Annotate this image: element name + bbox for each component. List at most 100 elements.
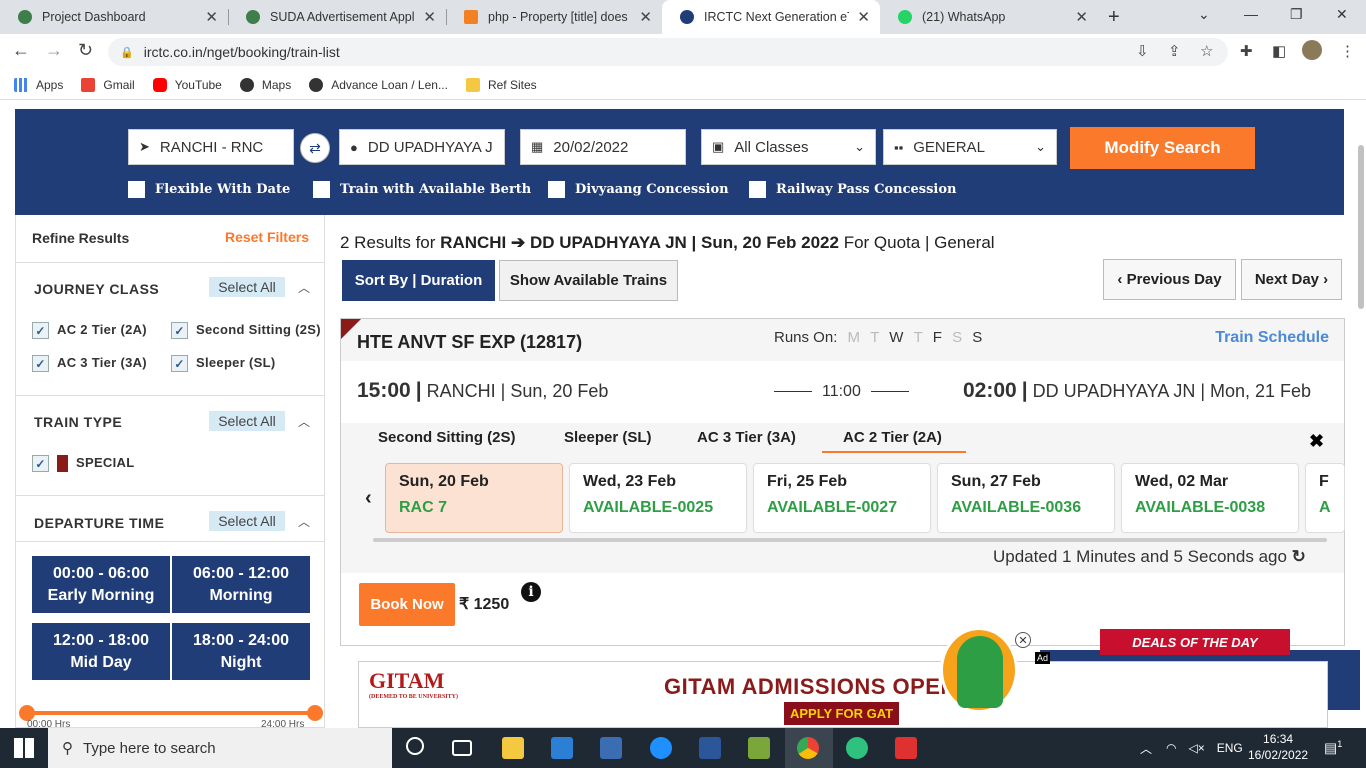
- chevron-up-icon[interactable]: ︿: [298, 513, 310, 530]
- tab-project-dashboard[interactable]: Project Dashboard ✕: [0, 0, 228, 34]
- tab-whatsapp[interactable]: (21) WhatsApp ✕: [880, 0, 1098, 34]
- checkmark-icon[interactable]: ✓: [171, 322, 188, 339]
- train-name[interactable]: HTE ANVT SF EXP (12817): [357, 332, 582, 353]
- windows-start-icon[interactable]: [14, 738, 34, 758]
- atom-icon[interactable]: [846, 737, 868, 759]
- checkbox[interactable]: [128, 181, 145, 198]
- from-station-field[interactable]: ➤ RANCHI - RNC: [128, 129, 294, 165]
- task-view-icon[interactable]: [452, 740, 472, 756]
- close-icon[interactable]: ✕: [423, 8, 436, 26]
- close-icon[interactable]: ✕: [1075, 8, 1088, 26]
- next-day-button[interactable]: Next Day ›: [1241, 259, 1342, 300]
- bookmark-star-icon[interactable]: ☆: [1200, 42, 1213, 60]
- time-slot-mid-day[interactable]: 12:00 - 18:00 Mid Day: [32, 623, 170, 680]
- language-indicator[interactable]: ENG: [1217, 741, 1243, 755]
- terminal-icon[interactable]: [748, 737, 770, 759]
- show-available-trains-button[interactable]: Show Available Trains: [499, 260, 678, 301]
- cortana-icon[interactable]: [406, 737, 424, 755]
- previous-day-button[interactable]: ‹ Previous Day: [1103, 259, 1236, 300]
- refresh-icon[interactable]: ↻: [1292, 547, 1306, 566]
- checkmark-icon[interactable]: ✓: [32, 455, 49, 472]
- modify-search-button[interactable]: Modify Search: [1070, 127, 1255, 169]
- profile-avatar[interactable]: [1302, 40, 1322, 60]
- availability-day-card[interactable]: Fri, 25 Feb AVAILABLE-0027: [753, 463, 931, 533]
- journey-date-field[interactable]: ▦ 20/02/2022: [520, 129, 686, 165]
- class-tab-sl[interactable]: Sleeper (SL): [564, 429, 652, 446]
- bookmark-apps[interactable]: Apps: [14, 77, 63, 92]
- railway-pass-checkbox[interactable]: Railway Pass Concession: [749, 181, 956, 198]
- class-filter-2s[interactable]: ✓ Second Sitting (2S): [171, 322, 321, 339]
- ad-apply-button[interactable]: APPLY FOR GAT: [784, 702, 900, 725]
- restore-icon[interactable]: ❐: [1290, 6, 1303, 23]
- tab-php[interactable]: php - Property [title] does no ✕: [446, 0, 662, 34]
- bookmark-gmail[interactable]: Gmail: [81, 77, 135, 92]
- time-slot-night[interactable]: 18:00 - 24:00 Night: [172, 623, 310, 680]
- availability-day-card[interactable]: FA: [1305, 463, 1345, 533]
- checkmark-icon[interactable]: ✓: [32, 322, 49, 339]
- reload-icon[interactable]: ↻: [78, 40, 93, 61]
- taskbar-clock[interactable]: 16:34 16/02/2022: [1248, 731, 1308, 763]
- availability-day-card[interactable]: Sun, 20 Feb RAC 7: [385, 463, 563, 533]
- checkmark-icon[interactable]: ✓: [171, 355, 188, 372]
- close-icon[interactable]: ✕: [205, 8, 218, 26]
- volume-icon[interactable]: ◁×: [1189, 741, 1205, 755]
- type-filter-special[interactable]: ✓ SPECIAL: [32, 455, 134, 472]
- file-explorer-icon[interactable]: [502, 737, 524, 759]
- sort-by-duration-button[interactable]: Sort By | Duration: [342, 260, 495, 301]
- availability-scrollbar[interactable]: [373, 538, 1327, 542]
- forward-icon[interactable]: →: [45, 40, 63, 61]
- close-icon[interactable]: ✕: [857, 8, 870, 26]
- tab-search-chevron-icon[interactable]: ⌄: [1198, 6, 1210, 23]
- url-input[interactable]: 🔒 irctc.co.in/nget/booking/train-list: [108, 38, 1228, 66]
- install-icon[interactable]: ⇩: [1136, 42, 1149, 60]
- time-slot-morning[interactable]: 06:00 - 12:00 Morning: [172, 556, 310, 613]
- to-station-field[interactable]: ● DD UPADHYAYA J: [339, 129, 505, 165]
- class-filter-sl[interactable]: ✓ Sleeper (SL): [171, 355, 275, 372]
- notification-icon[interactable]: ▤1: [1324, 739, 1342, 757]
- divyaang-checkbox[interactable]: Divyaang Concession: [548, 181, 729, 198]
- checkbox[interactable]: [749, 181, 766, 198]
- taskbar-search-input[interactable]: ⚲ Type here to search: [48, 728, 392, 768]
- word-icon[interactable]: [699, 737, 721, 759]
- chrome-icon[interactable]: [797, 737, 819, 759]
- class-filter-2a[interactable]: ✓ AC 2 Tier (2A): [32, 322, 147, 339]
- menu-icon[interactable]: ⋮: [1340, 42, 1355, 60]
- tab-irctc[interactable]: IRCTC Next Generation eTick ✕: [662, 0, 880, 34]
- book-now-button[interactable]: Book Now: [359, 583, 455, 626]
- class-tab-2s[interactable]: Second Sitting (2S): [378, 429, 516, 446]
- available-berth-checkbox[interactable]: Train with Available Berth: [313, 181, 531, 198]
- close-icon[interactable]: ✕: [639, 8, 652, 26]
- close-availability-icon[interactable]: ✖: [1309, 431, 1324, 452]
- availability-day-card[interactable]: Sun, 27 Feb AVAILABLE-0036: [937, 463, 1115, 533]
- ad-close-icon[interactable]: ✕: [1015, 632, 1031, 648]
- class-filter-3a[interactable]: ✓ AC 3 Tier (3A): [32, 355, 147, 372]
- extensions-icon[interactable]: ✚: [1240, 42, 1253, 60]
- flexible-date-checkbox[interactable]: Flexible With Date: [128, 181, 290, 198]
- back-icon[interactable]: ←: [12, 40, 30, 61]
- chevron-up-icon[interactable]: ︿: [298, 279, 310, 296]
- bookmark-ref-sites[interactable]: Ref Sites: [465, 77, 537, 92]
- info-icon[interactable]: i: [521, 582, 541, 602]
- chevron-up-icon[interactable]: ︿: [298, 413, 310, 430]
- sidepanel-icon[interactable]: ◧: [1272, 42, 1286, 60]
- class-tab-2a[interactable]: AC 2 Tier (2A): [843, 429, 942, 446]
- quota-select[interactable]: ▪▪ GENERAL ⌄: [883, 129, 1057, 165]
- class-tab-3a[interactable]: AC 3 Tier (3A): [697, 429, 796, 446]
- reset-filters-link[interactable]: Reset Filters: [225, 229, 309, 245]
- share-icon[interactable]: ⇪: [1168, 42, 1181, 60]
- bookmark-youtube[interactable]: YouTube: [152, 77, 222, 92]
- select-all-times-button[interactable]: Select All: [209, 511, 285, 531]
- tray-chevron-icon[interactable]: ︿: [1140, 740, 1152, 757]
- chevron-left-icon[interactable]: ‹: [365, 487, 372, 510]
- page-scrollbar[interactable]: [1358, 145, 1364, 309]
- class-select[interactable]: ▣ All Classes ⌄: [701, 129, 876, 165]
- minimize-icon[interactable]: —: [1244, 6, 1258, 22]
- select-all-types-button[interactable]: Select All: [209, 411, 285, 431]
- availability-day-card[interactable]: Wed, 02 Mar AVAILABLE-0038: [1121, 463, 1299, 533]
- wifi-icon[interactable]: ◠: [1166, 741, 1176, 755]
- vscode-icon[interactable]: [551, 737, 573, 759]
- new-tab-icon[interactable]: +: [1108, 6, 1120, 29]
- deals-of-the-day-banner[interactable]: DEALS OF THE DAY: [1100, 629, 1290, 655]
- app-icon[interactable]: [600, 737, 622, 759]
- checkmark-icon[interactable]: ✓: [32, 355, 49, 372]
